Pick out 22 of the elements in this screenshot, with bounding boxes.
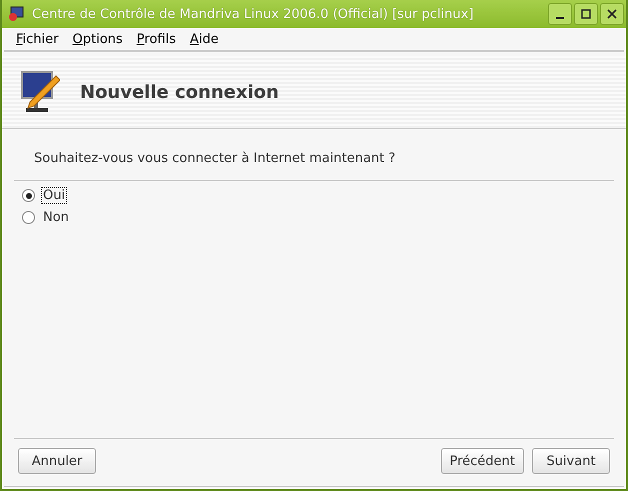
menu-item[interactable]: Fichier: [16, 32, 58, 46]
menu-item[interactable]: Aide: [190, 32, 219, 46]
close-icon: [607, 9, 617, 19]
page-title: Nouvelle connexion: [80, 82, 279, 102]
menu-item[interactable]: Options: [72, 32, 123, 46]
cancel-button[interactable]: Annuler: [18, 448, 96, 474]
radio-button[interactable]: [22, 189, 35, 202]
radio-option[interactable]: Non: [22, 209, 626, 226]
minimize-button[interactable]: [548, 3, 572, 25]
minimize-icon: [556, 16, 564, 18]
app-icon: [8, 6, 24, 22]
question-text: Souhaitez-vous vous connecter à Internet maintenant ?: [34, 151, 396, 166]
menu-item[interactable]: Profils: [136, 32, 176, 46]
monitor-pencil-icon: [20, 70, 60, 114]
radio-button[interactable]: [22, 211, 35, 224]
window-title: Centre de Contrôle de Mandriva Linux 2006.0 (Official) [sur pclinux]: [32, 6, 475, 22]
radio-option[interactable]: Oui: [22, 187, 626, 204]
maximize-button[interactable]: [574, 3, 598, 25]
close-button[interactable]: [600, 3, 624, 25]
next-button[interactable]: Suivant: [532, 448, 610, 474]
back-button[interactable]: Précédent: [440, 448, 524, 474]
maximize-icon: [581, 9, 591, 19]
